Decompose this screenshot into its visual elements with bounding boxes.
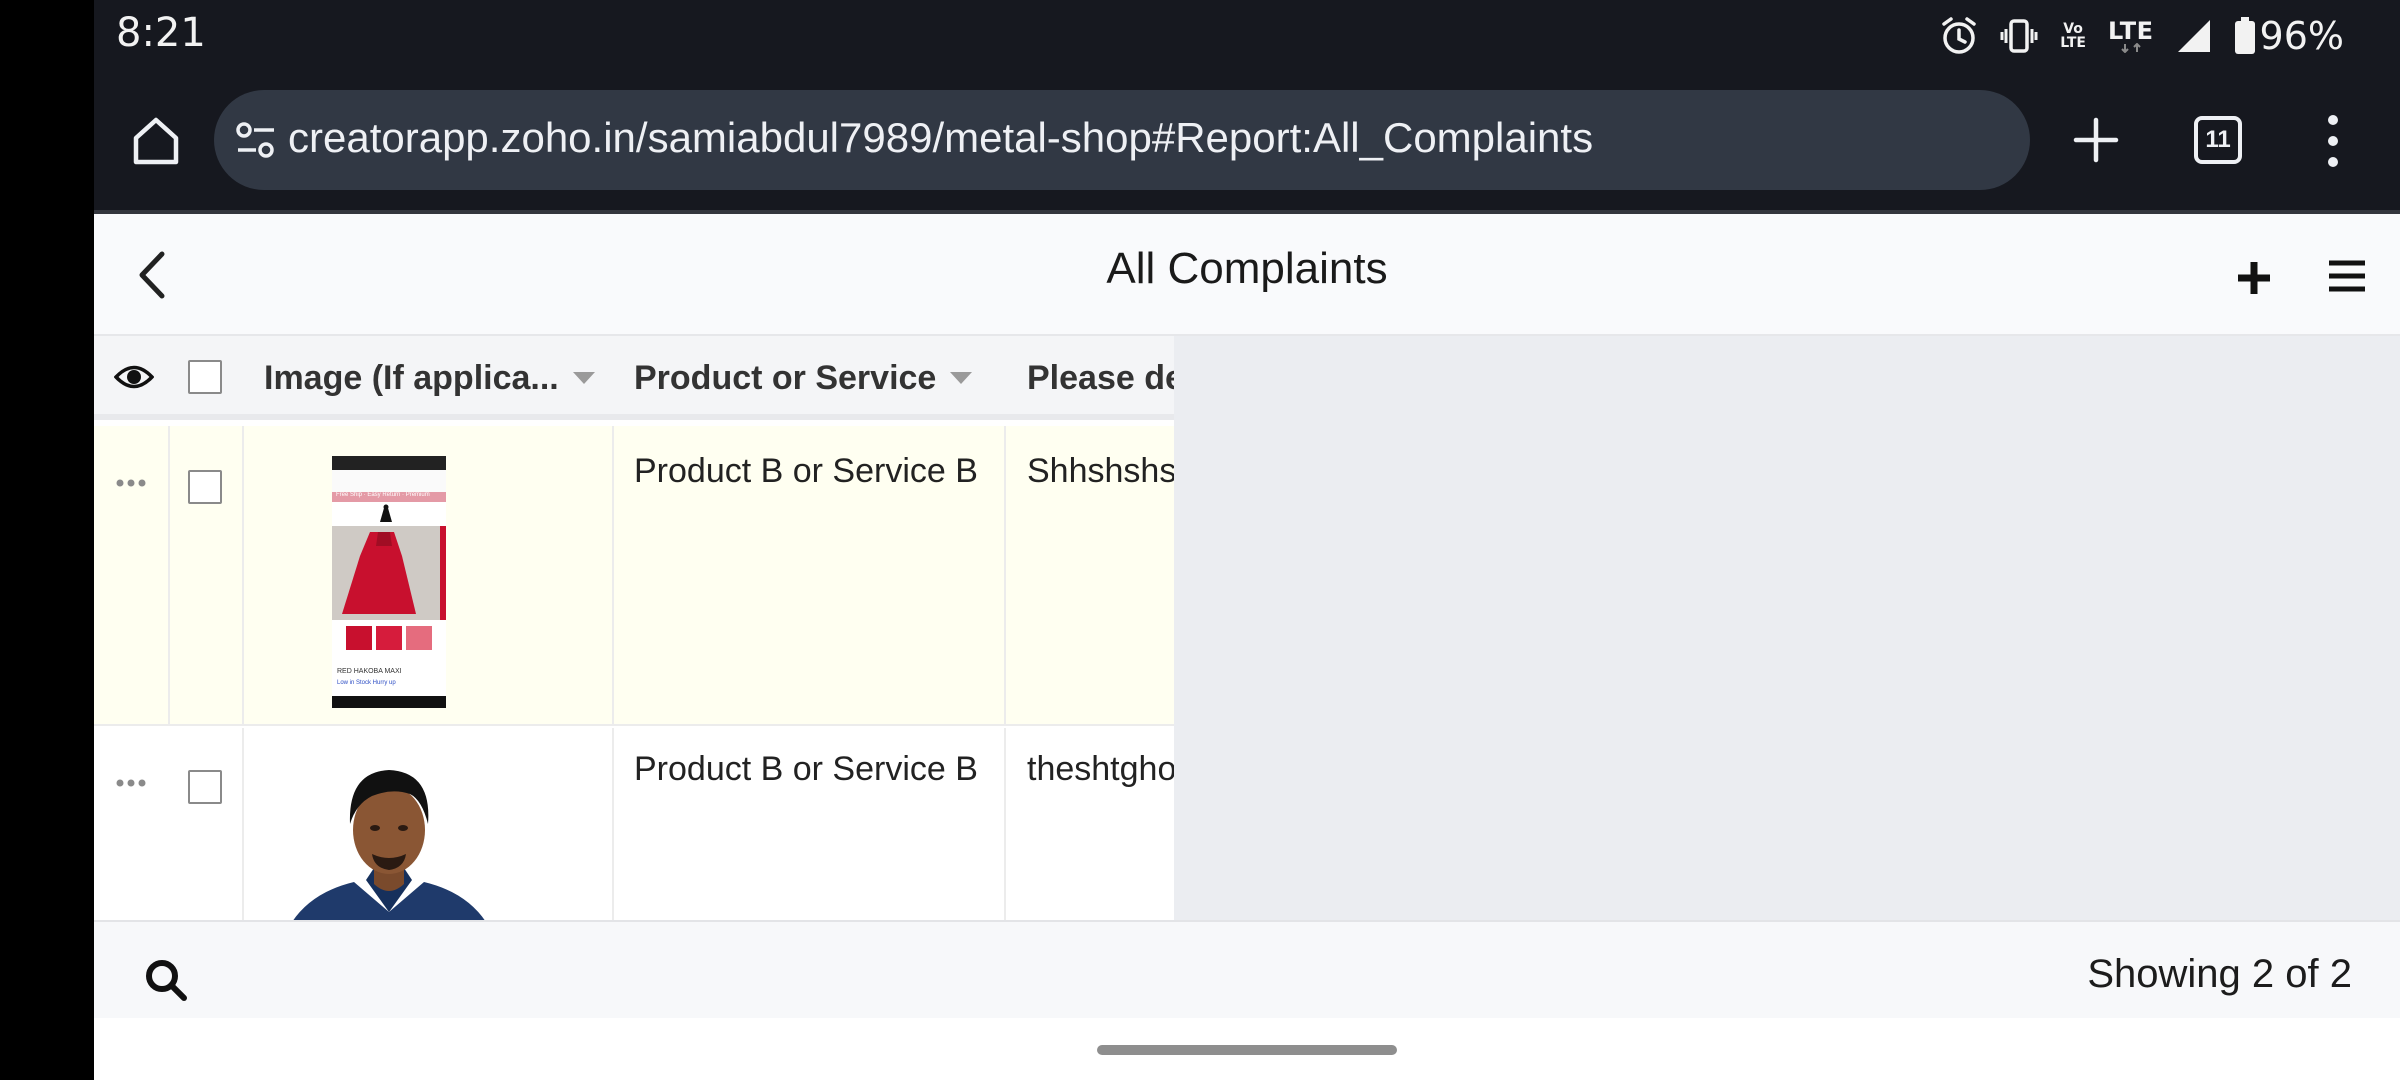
new-tab-button[interactable] bbox=[2066, 110, 2126, 170]
signal-icon bbox=[2176, 18, 2212, 54]
row-actions-icon[interactable] bbox=[116, 778, 146, 788]
battery-percent: 96% bbox=[2259, 14, 2344, 58]
new-tab-icon bbox=[2073, 117, 2119, 163]
description-cell: theshtgho bbox=[1027, 750, 1174, 788]
thumbnail-banner-text: Free Ship · Easy Return · Premium bbox=[336, 492, 430, 498]
browser-toolbar: creatorapp.zoho.in/samiabdul7989/metal-s… bbox=[94, 72, 2400, 210]
volte-icon: Vo LTE bbox=[2060, 22, 2086, 50]
row-checkbox[interactable] bbox=[188, 470, 222, 504]
complaint-image-thumbnail[interactable]: Free Ship · Easy Return · Premium RED HA… bbox=[332, 456, 446, 708]
tab-count: 11 bbox=[2205, 126, 2231, 153]
report-footer: Showing 2 of 2 bbox=[94, 920, 2400, 1018]
column-header-image-label: Image (If applica... bbox=[264, 358, 559, 397]
add-record-button[interactable] bbox=[2234, 258, 2274, 298]
column-divider bbox=[1004, 426, 1006, 726]
battery-icon bbox=[2234, 17, 2256, 55]
product-cell: Product B or Service B bbox=[634, 452, 978, 490]
battery-indicator: 96% bbox=[2234, 14, 2344, 58]
search-icon bbox=[146, 960, 187, 1001]
site-settings-icon[interactable] bbox=[234, 118, 278, 167]
lte-icon: LTE bbox=[2108, 19, 2154, 53]
column-header-description[interactable]: Please de bbox=[1027, 336, 1174, 420]
column-divider bbox=[242, 426, 244, 726]
network-type-text: LTE bbox=[2107, 17, 2154, 45]
row-checkbox[interactable] bbox=[188, 770, 222, 804]
more-icon bbox=[2328, 115, 2338, 167]
status-bar: 8:21 Vo LTE LTE 96% bbox=[94, 0, 2400, 72]
left-edge-strip bbox=[0, 0, 94, 1080]
sort-caret-icon[interactable] bbox=[950, 372, 973, 384]
column-divider bbox=[612, 426, 614, 726]
thumbnail-stock-text: Low in Stock Hurry up bbox=[337, 680, 396, 686]
column-header-product[interactable]: Product or Service bbox=[634, 336, 973, 420]
menu-button[interactable] bbox=[2326, 258, 2368, 294]
column-header-image[interactable]: Image (If applica... bbox=[264, 336, 595, 420]
sort-caret-icon[interactable] bbox=[572, 372, 595, 384]
column-header-product-label: Product or Service bbox=[634, 358, 937, 397]
thumbnail-product-text: RED HAKOBA MAXI bbox=[337, 668, 402, 675]
tabs-icon[interactable]: 11 bbox=[2194, 116, 2242, 164]
row-actions-icon[interactable] bbox=[116, 478, 146, 488]
app-header: All Complaints bbox=[94, 214, 2400, 336]
table-row[interactable]: Free Ship · Easy Return · Premium RED HA… bbox=[94, 426, 1174, 726]
description-cell: Shhshshs bbox=[1027, 452, 1174, 490]
report-table: Image (If applica... Product or Service … bbox=[94, 336, 1174, 988]
search-button[interactable] bbox=[144, 958, 188, 1002]
column-divider bbox=[168, 426, 170, 726]
address-bar[interactable]: creatorapp.zoho.in/samiabdul7989/metal-s… bbox=[214, 90, 2030, 190]
home-icon bbox=[133, 117, 179, 165]
gesture-handle[interactable] bbox=[1097, 1045, 1397, 1055]
volte-top-text: Vo bbox=[2063, 21, 2083, 37]
screen: 8:21 Vo LTE LTE 96% creatorapp.zoho.in/s… bbox=[0, 0, 2400, 1080]
url-text[interactable]: creatorapp.zoho.in/samiabdul7989/metal-s… bbox=[288, 114, 1593, 162]
record-count: Showing 2 of 2 bbox=[2087, 952, 2352, 996]
home-button[interactable] bbox=[126, 110, 186, 170]
hamburger-icon bbox=[2329, 260, 2365, 292]
select-all-checkbox[interactable] bbox=[188, 360, 222, 394]
column-header-description-label: Please de bbox=[1027, 358, 1174, 397]
more-menu-button[interactable] bbox=[2318, 108, 2348, 174]
status-time: 8:21 bbox=[116, 10, 206, 56]
page-title: All Complaints bbox=[1106, 244, 1388, 293]
alarm-icon bbox=[1940, 16, 1978, 56]
vibrate-icon bbox=[2000, 17, 2038, 55]
volte-bottom-text: LTE bbox=[2060, 35, 2086, 51]
status-icons: Vo LTE LTE 96% bbox=[1940, 10, 2344, 62]
product-cell: Product B or Service B bbox=[634, 750, 978, 788]
eye-icon[interactable] bbox=[113, 360, 155, 399]
plus-icon bbox=[2238, 262, 2270, 294]
table-header: Image (If applica... Product or Service … bbox=[94, 336, 1174, 420]
detail-panel-empty bbox=[1174, 336, 2400, 920]
